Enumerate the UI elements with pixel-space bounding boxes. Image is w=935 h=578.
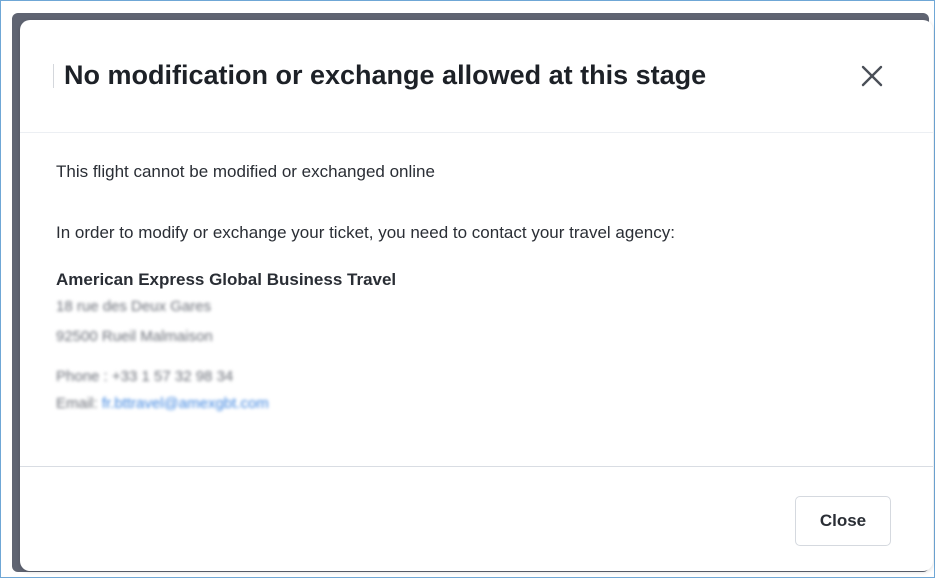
agency-details: American Express Global Business Travel … xyxy=(42,263,396,493)
screenshot-frame: No modification or exchange allowed at t… xyxy=(0,0,935,578)
online-restriction-text: This flight cannot be modified or exchan… xyxy=(56,162,435,181)
close-icon-svg xyxy=(861,65,883,87)
agency-email: Email: fr.bttravel@amexgbt.com xyxy=(56,395,269,412)
modal-header: No modification or exchange allowed at t… xyxy=(20,20,933,133)
close-button[interactable]: Close xyxy=(795,496,891,546)
modal-dialog: No modification or exchange allowed at t… xyxy=(20,20,933,571)
contact-agency-text: In order to modify or exchange your tick… xyxy=(56,223,675,242)
agency-address-line1: 18 rue des Deux Gares xyxy=(56,298,212,315)
email-label: Email: xyxy=(56,395,102,412)
agency-name: American Express Global Business Travel xyxy=(56,270,397,289)
agency-address-line2: 92500 Rueil Malmaison xyxy=(56,328,213,345)
phone-label: Phone : xyxy=(56,368,112,385)
modal-body: This flight cannot be modified or exchan… xyxy=(20,133,933,466)
header-divider-tick xyxy=(53,64,54,88)
email-link[interactable]: fr.bttravel@amexgbt.com xyxy=(102,395,269,412)
modal-title: No modification or exchange allowed at t… xyxy=(64,60,707,90)
phone-number[interactable]: +33 1 57 32 98 34 xyxy=(112,368,233,385)
modal-footer: Close xyxy=(20,466,933,571)
close-icon[interactable] xyxy=(856,60,888,92)
agency-phone: Phone : +33 1 57 32 98 34 xyxy=(56,368,233,385)
